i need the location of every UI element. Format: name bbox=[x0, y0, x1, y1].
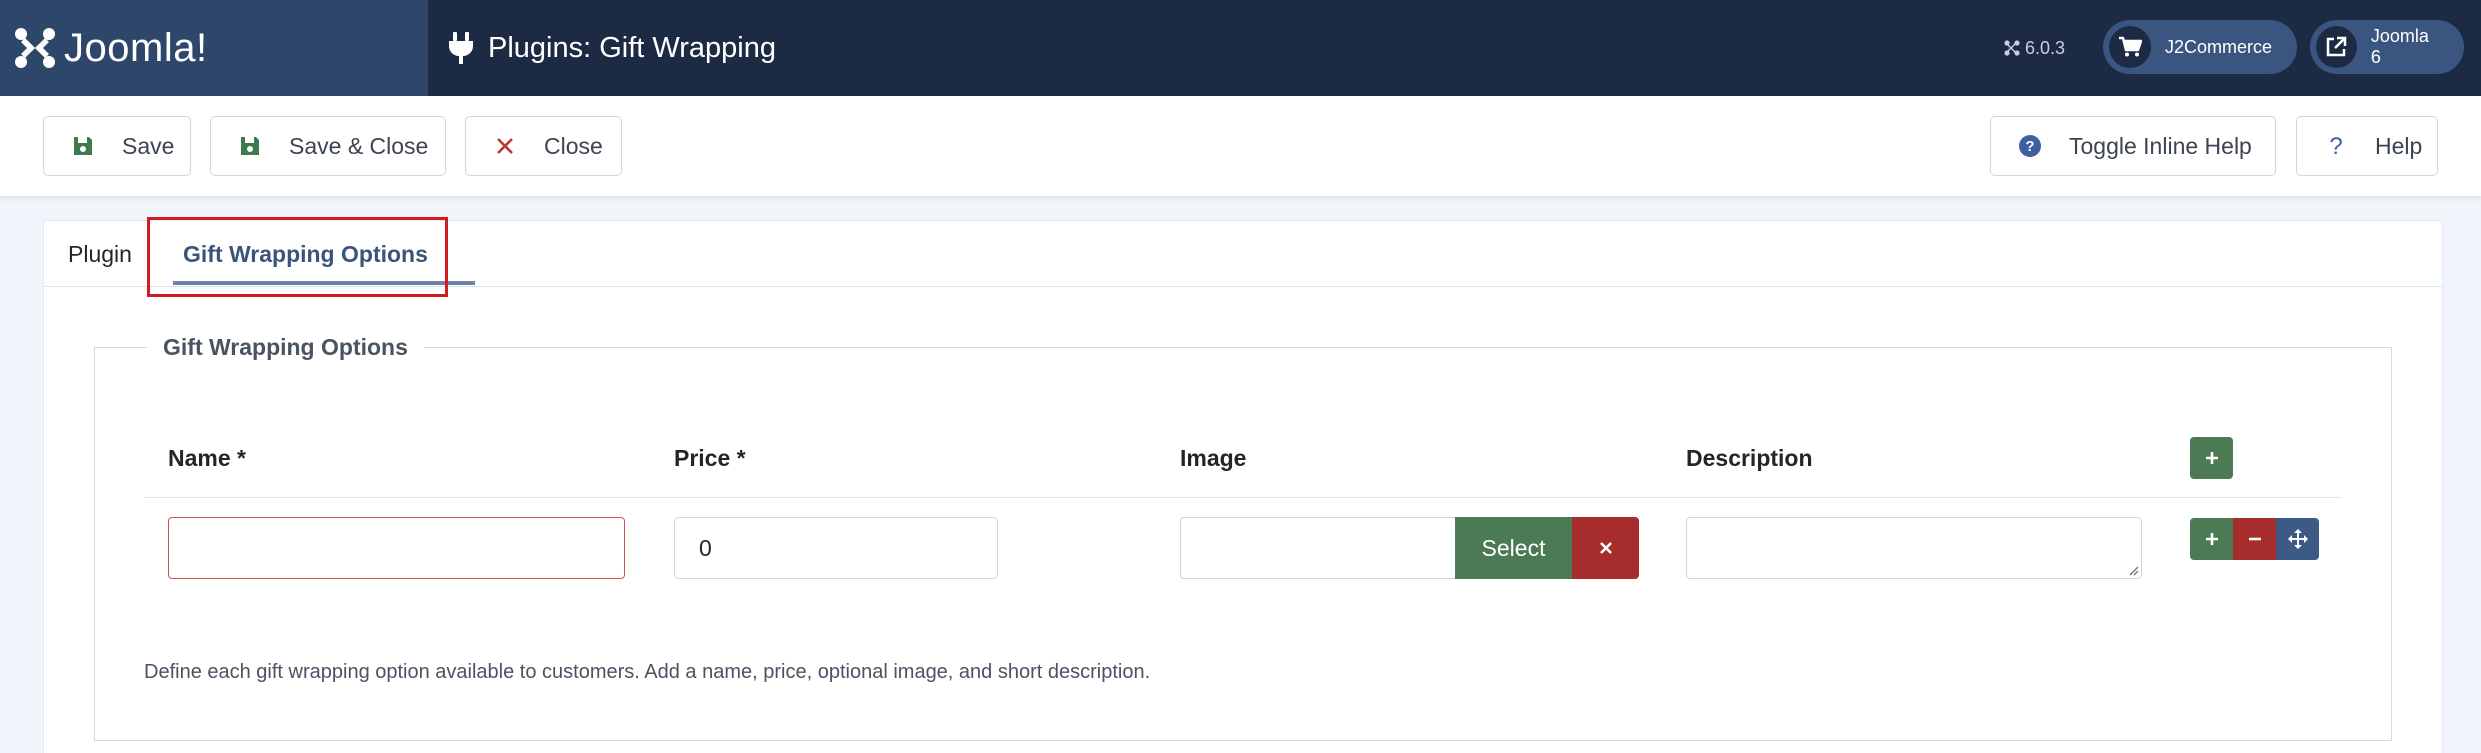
fieldset-legend: Gift Wrapping Options bbox=[147, 334, 424, 361]
row-remove-button[interactable] bbox=[2233, 518, 2276, 560]
toolbar: Save Save & Close Close ? Toggle Inline … bbox=[0, 96, 2481, 196]
save-close-button[interactable]: Save & Close bbox=[210, 116, 446, 176]
close-label: Close bbox=[544, 132, 603, 159]
save-close-label: Save & Close bbox=[289, 132, 429, 159]
cart-icon bbox=[2119, 36, 2142, 57]
joomla-logo-icon bbox=[15, 28, 55, 68]
svg-text:?: ? bbox=[2329, 135, 2342, 157]
save-label: Save bbox=[122, 132, 175, 159]
plugin-card: Plugin Gift Wrapping Options Gift Wrappi… bbox=[43, 217, 2444, 753]
clear-x-icon bbox=[1599, 542, 1612, 554]
column-header-price: Price * bbox=[674, 445, 746, 471]
name-input[interactable] bbox=[168, 517, 625, 579]
external-link-icon-wrap bbox=[2316, 26, 2357, 68]
page-title: Plugins: Gift Wrapping bbox=[488, 31, 776, 64]
image-clear-button[interactable] bbox=[1572, 517, 1639, 579]
plug-icon bbox=[449, 32, 473, 64]
cart-icon-wrap bbox=[2109, 26, 2151, 68]
version-number: 6.0.3 bbox=[2025, 37, 2066, 58]
image-select-button[interactable]: Select bbox=[1455, 517, 1572, 579]
joomla-logo[interactable]: Joomla! bbox=[0, 0, 428, 96]
j2commerce-link[interactable]: J2Commerce bbox=[2103, 20, 2297, 74]
joomla6-link[interactable]: Joomla 6 bbox=[2310, 20, 2464, 74]
svg-text:?: ? bbox=[2025, 138, 2034, 155]
brand-name: Joomla! bbox=[64, 25, 208, 70]
tab-plugin[interactable]: Plugin bbox=[68, 221, 132, 287]
version-badge: 6.0.3 bbox=[2003, 0, 2065, 96]
joomla6-label: Joomla 6 bbox=[2370, 26, 2429, 67]
fieldset-help-text: Define each gift wrapping option availab… bbox=[144, 661, 1151, 683]
toggle-inline-help-label: Toggle Inline Help bbox=[2069, 132, 2252, 159]
tab-bar: Plugin Gift Wrapping Options bbox=[44, 217, 2444, 297]
price-input[interactable] bbox=[674, 517, 998, 579]
row-move-handle[interactable] bbox=[2276, 518, 2319, 560]
save-icon bbox=[241, 137, 259, 155]
plus-icon bbox=[2205, 533, 2218, 545]
row-add-button[interactable] bbox=[2190, 518, 2233, 560]
plus-icon bbox=[2205, 452, 2218, 464]
minus-icon bbox=[2248, 537, 2261, 541]
resize-grip-icon[interactable] bbox=[2127, 564, 2139, 576]
column-header-name: Name * bbox=[168, 445, 246, 471]
tab-highlight-box bbox=[147, 217, 448, 297]
close-button[interactable]: Close bbox=[465, 116, 622, 176]
close-icon bbox=[497, 138, 513, 154]
external-link-icon bbox=[2327, 36, 2347, 57]
help-button[interactable]: ? Help bbox=[2296, 116, 2438, 176]
question-icon: ? bbox=[2329, 135, 2342, 157]
row-divider bbox=[144, 497, 2342, 498]
question-circle-icon: ? bbox=[2019, 135, 2041, 157]
image-input[interactable] bbox=[1180, 517, 1456, 579]
description-textarea[interactable] bbox=[1686, 517, 2142, 579]
toggle-inline-help-button[interactable]: ? Toggle Inline Help bbox=[1990, 116, 2276, 176]
header-bar: Joomla! Plugins: Gift Wrapping 6.0.3 J2C… bbox=[0, 0, 2481, 96]
column-header-description: Description bbox=[1686, 445, 1813, 471]
help-label: Help bbox=[2375, 132, 2423, 159]
save-button[interactable]: Save bbox=[43, 116, 191, 176]
j2commerce-label: J2Commerce bbox=[2165, 36, 2273, 57]
page-title-area: Plugins: Gift Wrapping bbox=[448, 0, 776, 96]
joomla-small-icon bbox=[2004, 40, 2020, 56]
move-arrows-icon bbox=[2287, 529, 2308, 549]
add-row-button[interactable] bbox=[2190, 437, 2233, 479]
save-icon bbox=[74, 137, 92, 155]
column-header-image: Image bbox=[1180, 445, 1247, 471]
